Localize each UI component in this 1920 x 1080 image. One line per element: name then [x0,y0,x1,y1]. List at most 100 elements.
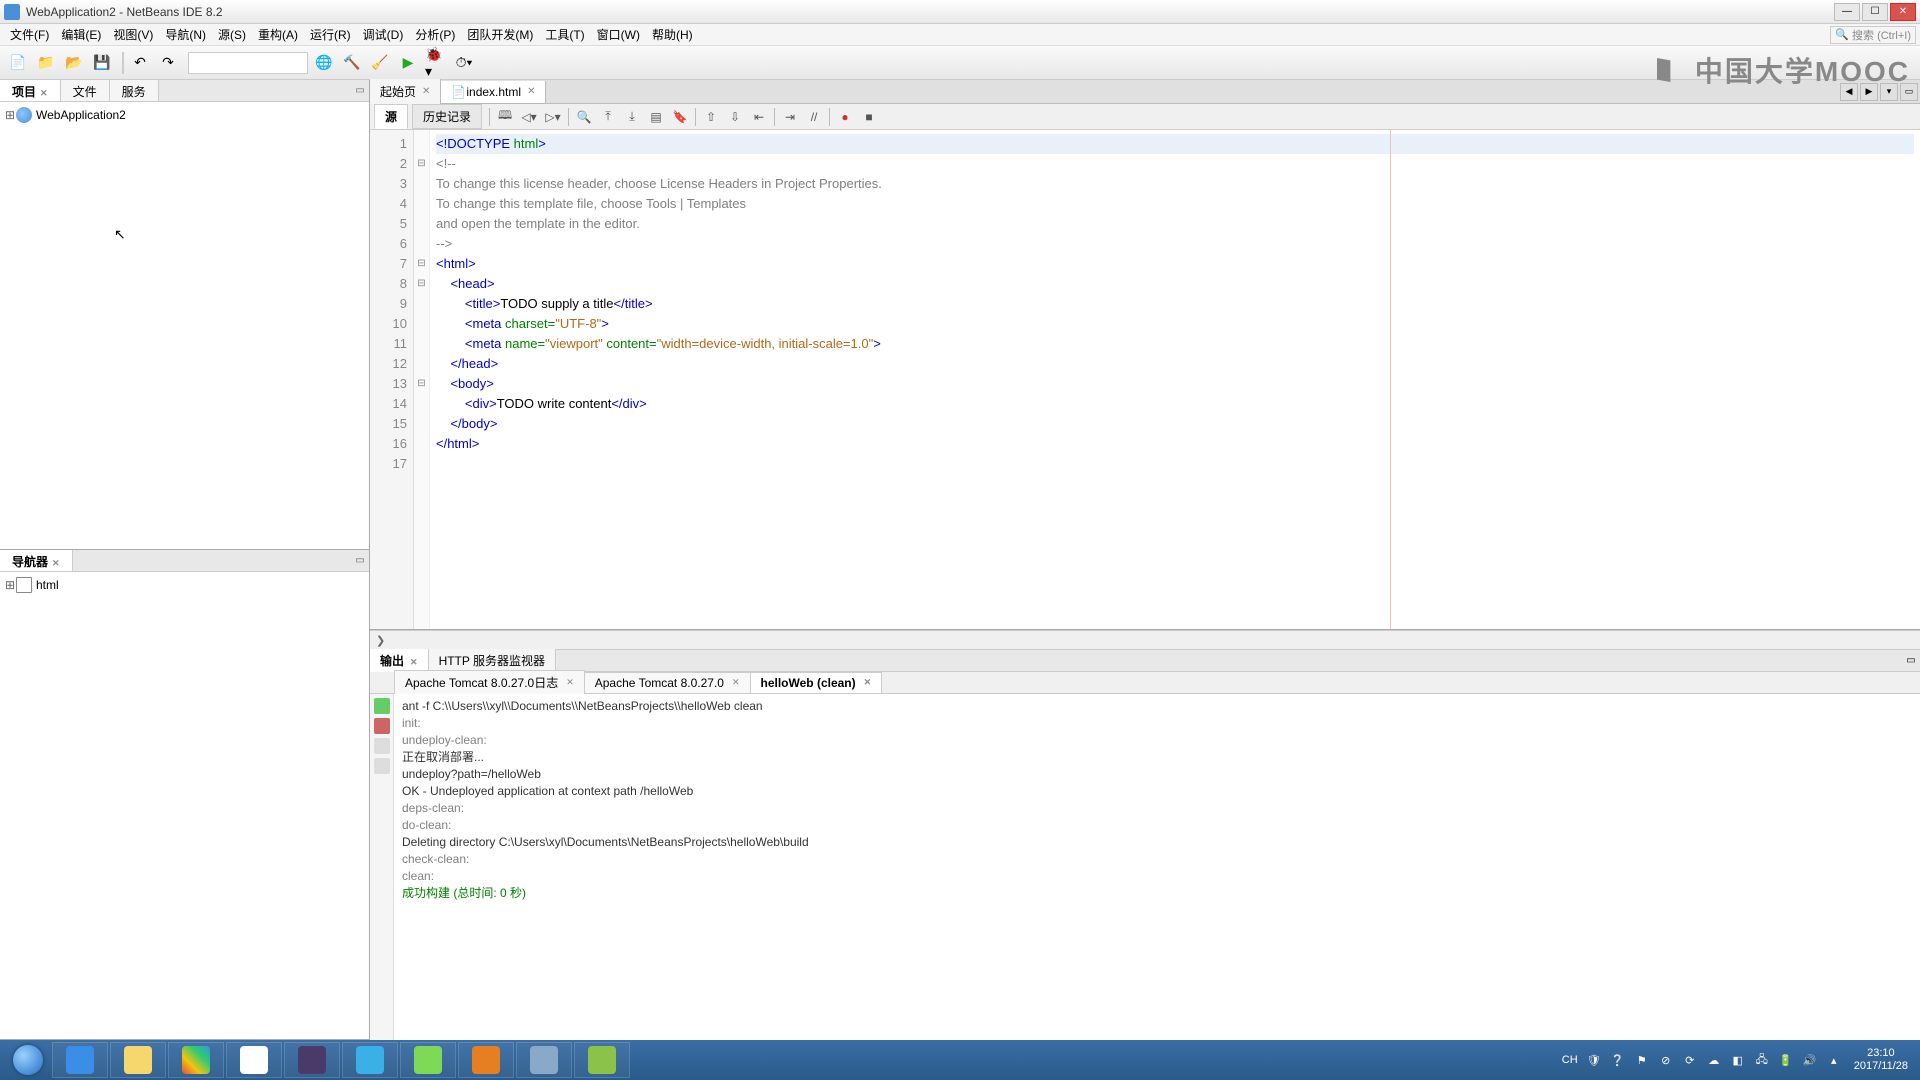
navigator-tree-root[interactable]: ⊞ html [4,576,365,594]
output-opt2-icon[interactable] [374,758,390,774]
maximize-button[interactable]: ☐ [1862,3,1888,21]
tray-help-icon[interactable]: ❔ [1609,1051,1627,1069]
tray-shield-icon[interactable]: 🛡 [1585,1051,1603,1069]
tab-files[interactable]: 文件 [61,80,110,101]
taskbar-app-chrome[interactable] [226,1042,282,1078]
taskbar-app-explorer[interactable] [110,1042,166,1078]
rerun-icon[interactable] [374,698,390,714]
output-opt-icon[interactable] [374,738,390,754]
toggle-bookmark-icon[interactable]: 🔖 [670,107,690,127]
editor-tab-index[interactable]: 📄 index.html✕ [441,81,546,103]
lang-indicator[interactable]: CH [1561,1051,1579,1069]
start-button[interactable] [4,1042,52,1078]
clean-build-button[interactable]: 🧹 [368,51,392,75]
tray-volume-icon[interactable]: 🔊 [1801,1051,1819,1069]
window-title: WebApplication2 - NetBeans IDE 8.2 [26,5,223,19]
tray-update-icon[interactable]: ⟳ [1681,1051,1699,1069]
tab-projects[interactable]: 项目✕ [0,80,61,101]
output-subtab-helloweb[interactable]: helloWeb (clean)✕ [750,672,883,694]
save-all-button[interactable]: 💾 [90,51,114,75]
toggle-highlight-icon[interactable]: ▤ [646,107,666,127]
browser-button[interactable]: 🌐 [312,51,336,75]
tray-chevron-icon[interactable]: ▴ [1825,1051,1843,1069]
taskbar-app-eclipse[interactable] [284,1042,340,1078]
code-area[interactable]: <!DOCTYPE html><!--To change this licens… [430,130,1920,629]
editor-tab-startpage[interactable]: 起始页✕ [370,79,441,104]
tray-battery-icon[interactable]: 🔋 [1777,1051,1795,1069]
close-button[interactable]: ✕ [1890,3,1916,21]
output-minimize-button[interactable]: ▭ [1902,655,1920,666]
panel-minimize-button[interactable]: ▭ [351,550,369,571]
code-editor[interactable]: 1234567891011121314151617 ⊟ ⊟⊟ ⊟ <!DOCTY… [370,130,1920,630]
windows-taskbar: CH 🛡 ❔ ⚑ ⊘ ⟳ ☁ ◧ 🖧 🔋 🔊 ▴ 23:102017/11/28 [0,1040,1920,1080]
tray-app-icon[interactable]: ◧ [1729,1051,1747,1069]
taskbar-clock[interactable]: 23:102017/11/28 [1846,1047,1916,1073]
shift-right-icon[interactable]: ⇥ [780,107,800,127]
macro-record-icon[interactable]: ● [835,107,855,127]
config-combo[interactable] [188,52,308,74]
taskbar-app-wechat[interactable] [400,1042,456,1078]
editor-breadcrumb[interactable]: ❯ [370,630,1920,650]
taskbar-app-ie[interactable] [52,1042,108,1078]
taskbar-app-ppt[interactable] [458,1042,514,1078]
redo-button[interactable]: ↷ [156,51,180,75]
new-file-button[interactable]: 📄 [6,51,30,75]
find-selection-icon[interactable]: 🔍 [574,107,594,127]
last-edit-icon[interactable]: 🕮 [495,107,515,127]
open-button[interactable]: 📂 [62,51,86,75]
search-input[interactable]: 🔍 搜索 (Ctrl+I) [1830,26,1916,44]
menu-tools[interactable]: 工具(T) [539,24,590,45]
history-view-button[interactable]: 历史记录 [412,104,482,129]
profile-button[interactable]: ⏱▾ [452,51,476,75]
menu-help[interactable]: 帮助(H) [646,24,699,45]
taskbar-app-cloud[interactable] [342,1042,398,1078]
stop-icon[interactable] [374,718,390,734]
menu-source[interactable]: 源(S) [212,24,252,45]
menu-refactor[interactable]: 重构(A) [252,24,304,45]
menu-window[interactable]: 窗口(W) [591,24,646,45]
menu-file[interactable]: 文件(F) [4,24,55,45]
tab-navigator[interactable]: 导航器✕ [0,550,73,571]
output-subtab-tomcat-log[interactable]: Apache Tomcat 8.0.27.0日志✕ [394,670,585,695]
prev-bookmark-icon[interactable]: ⇧ [701,107,721,127]
forward-icon[interactable]: ▷▾ [543,107,563,127]
menu-run[interactable]: 运行(R) [304,24,357,45]
output-log[interactable]: ant -f C:\\Users\\xyl\\Documents\\NetBea… [394,694,1920,1040]
next-bookmark-icon[interactable]: ⇩ [725,107,745,127]
project-tree-root[interactable]: ⊞ WebApplication2 [4,106,365,124]
menu-view[interactable]: 视图(V) [107,24,159,45]
taskbar-app-camtasia[interactable] [574,1042,630,1078]
menu-navigate[interactable]: 导航(N) [159,24,212,45]
tray-flag-icon[interactable]: ⚑ [1633,1051,1651,1069]
macro-stop-icon[interactable]: ■ [859,107,879,127]
taskbar-app-media[interactable] [168,1042,224,1078]
tray-cancel-icon[interactable]: ⊘ [1657,1051,1675,1069]
menu-team[interactable]: 团队开发(M) [461,24,539,45]
menu-debug[interactable]: 调试(D) [357,24,410,45]
undo-button[interactable]: ↶ [128,51,152,75]
taskbar-app-netbeans[interactable] [516,1042,572,1078]
shift-left-icon[interactable]: ⇤ [749,107,769,127]
tray-network-icon[interactable]: 🖧 [1753,1051,1771,1069]
minimize-button[interactable]: — [1834,3,1860,21]
build-button[interactable]: 🔨 [340,51,364,75]
new-project-button[interactable]: 📁 [34,51,58,75]
menu-profile[interactable]: 分析(P) [409,24,461,45]
tray-cloud-icon[interactable]: ☁ [1705,1051,1723,1069]
run-button[interactable]: ▶ [396,51,420,75]
menu-edit[interactable]: 编辑(E) [55,24,107,45]
back-icon[interactable]: ◁▾ [519,107,539,127]
panel-minimize-button[interactable]: ▭ [351,80,369,101]
output-tab[interactable]: 输出✕ [370,649,429,672]
tab-services[interactable]: 服务 [110,80,159,101]
comment-icon[interactable]: // [804,107,824,127]
output-subtab-tomcat[interactable]: Apache Tomcat 8.0.27.0✕ [584,672,751,694]
find-next-icon[interactable]: ⤓ [622,107,642,127]
source-view-button[interactable]: 源 [374,104,408,129]
fold-gutter[interactable]: ⊟ ⊟⊟ ⊟ [414,130,430,629]
http-monitor-tab[interactable]: HTTP 服务器监视器 [429,649,556,672]
projects-panel: 项目✕ 文件 服务 ▭ ⊞ WebApplication2 ↖ [0,80,369,550]
debug-button[interactable]: 🐞▾ [424,51,448,75]
find-prev-icon[interactable]: ⤒ [598,107,618,127]
menu-bar: 文件(F) 编辑(E) 视图(V) 导航(N) 源(S) 重构(A) 运行(R)… [0,24,1920,46]
